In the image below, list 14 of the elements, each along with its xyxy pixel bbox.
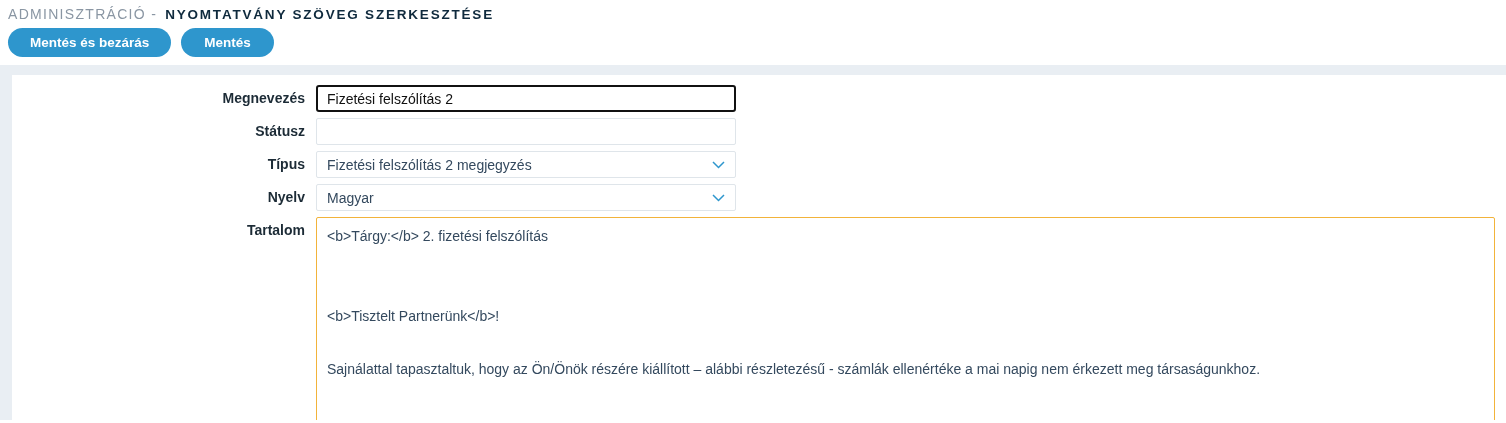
input-field[interactable]: Fizetési felszólítás 2 bbox=[316, 85, 736, 112]
text-area[interactable]: <b>Tárgy:</b> 2. fizetési felszólítás <b>Tisztelt Partnerünk</b>! Sajnálattal tapasztaltuk, hogy az Ön/Önök részére kiállított – alábbi részletezésű - számlák ellenértéke a mai napig nem érkezett meg társaságunkhoz. bbox=[316, 217, 1495, 420]
breadcrumb-section: ADMINISZTRÁCIÓ - bbox=[8, 6, 158, 22]
select-field[interactable]: Magyar bbox=[316, 184, 736, 211]
page-title: NYOMTATVÁNY SZÖVEG SZERKESZTÉSE bbox=[165, 7, 494, 22]
field-label: Megnevezés bbox=[221, 89, 305, 108]
field-label: Státusz bbox=[254, 122, 305, 141]
field-label: Típus bbox=[266, 155, 305, 174]
field-label: Nyelv bbox=[266, 188, 305, 207]
field-label: Tartalom bbox=[245, 221, 305, 240]
chevron-down-icon bbox=[712, 160, 725, 169]
chevron-down-icon bbox=[712, 193, 725, 202]
select-field[interactable]: Fizetési felszólítás 2 megjegyzés bbox=[316, 151, 736, 178]
input-field[interactable] bbox=[316, 118, 736, 145]
